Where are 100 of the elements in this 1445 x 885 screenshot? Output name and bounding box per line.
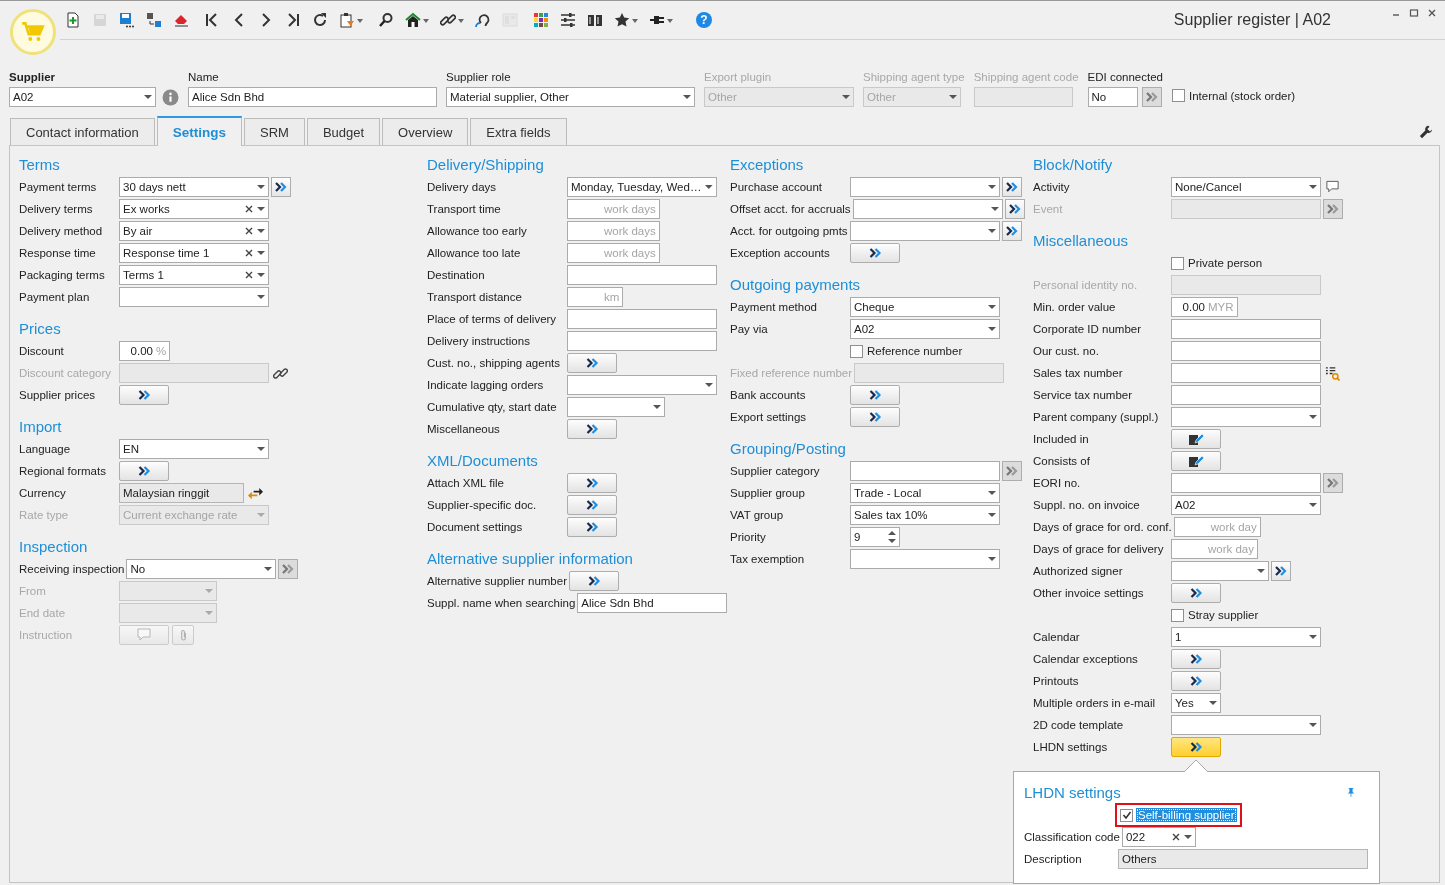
text-field[interactable]: [1171, 385, 1321, 405]
tab[interactable]: Overview: [382, 118, 469, 145]
checkbox[interactable]: [850, 344, 863, 358]
text-field[interactable]: [850, 461, 1000, 481]
text-field[interactable]: [1171, 319, 1321, 339]
edit-button[interactable]: [1171, 451, 1221, 471]
open-button[interactable]: [1004, 199, 1025, 219]
text-field[interactable]: Alice Sdn Bhd: [577, 593, 728, 613]
dropdown-field[interactable]: [1171, 561, 1269, 581]
clear-icon[interactable]: [1171, 833, 1180, 841]
dropdown-field[interactable]: Sales tax 10%: [850, 505, 1000, 525]
swap-arrows-icon[interactable]: [248, 485, 263, 501]
text-field[interactable]: Alice Sdn Bhd: [188, 87, 437, 107]
list-search-icon[interactable]: [1325, 365, 1340, 381]
refresh-icon[interactable]: [312, 12, 328, 28]
text-field[interactable]: No: [1087, 87, 1138, 107]
rename-icon[interactable]: [146, 12, 162, 28]
tab[interactable]: SRM: [244, 118, 305, 145]
tab[interactable]: Extra fields: [470, 118, 567, 145]
number-spinner[interactable]: 9: [850, 527, 900, 547]
maximize-icon[interactable]: [1409, 8, 1419, 18]
dropdown-field[interactable]: [1171, 407, 1321, 427]
dropdown-field[interactable]: 1: [1171, 627, 1321, 647]
caret-icon[interactable]: [667, 19, 673, 23]
speech-bubble-icon[interactable]: [1325, 180, 1340, 194]
first-record-icon[interactable]: [204, 12, 220, 28]
open-button[interactable]: [1002, 221, 1022, 241]
text-field[interactable]: Others: [1118, 849, 1368, 869]
clear-icon[interactable]: [245, 227, 253, 235]
wrench-icon[interactable]: [1419, 125, 1433, 139]
dropdown-field[interactable]: Trade - Local: [850, 483, 1000, 503]
close-icon[interactable]: [1427, 8, 1437, 18]
search-icon[interactable]: [378, 12, 394, 28]
caret-icon[interactable]: [423, 19, 429, 23]
dropdown-field[interactable]: [119, 287, 269, 307]
text-field[interactable]: [1171, 473, 1321, 493]
dropdown-field[interactable]: None/Cancel: [1171, 177, 1321, 197]
dropdown-field[interactable]: By air: [119, 221, 269, 241]
clear-icon[interactable]: [245, 249, 253, 257]
dropdown-field[interactable]: Cheque: [850, 297, 1000, 317]
open-button[interactable]: [1002, 177, 1022, 197]
book-icon[interactable]: [587, 12, 603, 28]
dropdown-field[interactable]: Material supplier, Other: [446, 87, 695, 107]
dropdown-field[interactable]: 022: [1121, 827, 1196, 847]
number-field[interactable]: 0.00 %: [119, 341, 171, 361]
link-icon[interactable]: [440, 12, 456, 28]
clipboard-icon[interactable]: [339, 12, 355, 28]
dropdown-field[interactable]: [852, 199, 1003, 219]
clear-icon[interactable]: [245, 205, 253, 213]
dropdown-field[interactable]: [850, 549, 1000, 569]
dropdown-field[interactable]: Yes: [1171, 693, 1221, 713]
dropdown-field[interactable]: Terms 1: [119, 265, 269, 285]
dropdown-field[interactable]: EN: [119, 439, 269, 459]
eraser-icon[interactable]: [173, 12, 189, 28]
dropdown-field[interactable]: Monday, Tuesday, Wed…: [567, 177, 717, 197]
save-as-icon[interactable]: [119, 12, 135, 28]
number-field[interactable]: 0.00 MYR: [1171, 297, 1238, 317]
open-button[interactable]: [271, 177, 291, 197]
dropdown-field[interactable]: Response time 1: [119, 243, 269, 263]
color-grid-icon[interactable]: [533, 12, 549, 28]
checkbox[interactable]: [1172, 89, 1185, 102]
caret-icon[interactable]: [458, 19, 464, 23]
dropdown-field[interactable]: Ex works: [119, 199, 269, 219]
dropdown-field[interactable]: A02: [9, 87, 156, 107]
dropdown-field[interactable]: A02: [850, 319, 1000, 339]
open-button[interactable]: [1271, 561, 1291, 581]
dropdown-field[interactable]: [567, 397, 665, 417]
chain-link-icon[interactable]: [273, 365, 288, 381]
dropdown-field[interactable]: [850, 177, 1000, 197]
edit-button[interactable]: [1171, 429, 1221, 449]
new-document-icon[interactable]: [65, 12, 81, 28]
checkbox[interactable]: [1120, 808, 1133, 822]
spin-arrows-icon[interactable]: [888, 530, 896, 544]
text-field[interactable]: [567, 265, 717, 285]
checkbox[interactable]: [1171, 608, 1184, 622]
info-icon[interactable]: [162, 88, 179, 106]
dropdown-field[interactable]: [567, 375, 717, 395]
checkbox[interactable]: [1171, 256, 1184, 270]
dropdown-field[interactable]: [850, 221, 1000, 241]
help-icon[interactable]: ?: [696, 12, 712, 28]
sliders-icon[interactable]: [560, 12, 576, 28]
star-icon[interactable]: [614, 12, 630, 28]
text-field[interactable]: [567, 309, 717, 329]
home-icon[interactable]: [405, 12, 421, 28]
text-field[interactable]: [1171, 341, 1321, 361]
dropdown-field[interactable]: 30 days nett: [119, 177, 269, 197]
tab[interactable]: Budget: [306, 118, 381, 145]
hearing-icon[interactable]: [475, 12, 491, 28]
clear-icon[interactable]: [245, 271, 253, 279]
caret-icon[interactable]: [632, 19, 638, 23]
text-field[interactable]: Malaysian ringgit: [119, 483, 244, 503]
text-field[interactable]: [1171, 363, 1321, 383]
pin-icon[interactable]: [1347, 787, 1355, 797]
dropdown-field[interactable]: No: [126, 559, 277, 579]
dropdown-field[interactable]: A02: [1171, 495, 1321, 515]
tab[interactable]: Contact information: [10, 118, 155, 145]
text-field[interactable]: [567, 331, 717, 351]
last-record-icon[interactable]: [285, 12, 301, 28]
dropdown-field[interactable]: [1171, 715, 1321, 735]
caret-icon[interactable]: [357, 19, 363, 23]
